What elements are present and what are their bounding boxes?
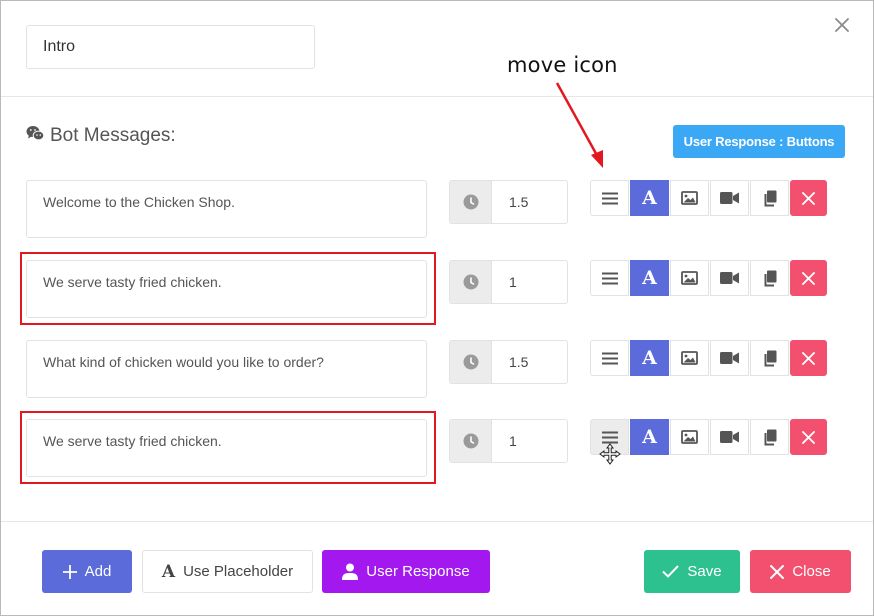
message-toolbar: A [590, 260, 828, 296]
copy-button[interactable] [750, 419, 789, 455]
message-toolbar: A [590, 180, 828, 216]
delay-input-group: 1.5 [449, 340, 568, 384]
video-button[interactable] [710, 260, 749, 296]
clock-icon [450, 181, 492, 223]
delay-seconds-input[interactable]: 1 [492, 261, 567, 303]
video-camera-icon [720, 192, 739, 204]
copy-icon [764, 429, 776, 445]
save-label: Save [687, 563, 722, 580]
text-a-icon: A [642, 426, 657, 448]
text-format-button[interactable]: A [630, 260, 669, 296]
image-icon [681, 430, 698, 444]
video-camera-icon [720, 352, 739, 364]
image-button[interactable] [670, 180, 709, 216]
copy-icon [764, 350, 776, 366]
wechat-icon [26, 125, 45, 147]
section-title: Bot Messages: [50, 125, 176, 146]
delay-seconds-input[interactable]: 1.5 [492, 181, 567, 223]
modal-footer: Add A Use Placeholder User Response Save… [1, 550, 873, 593]
delay-input-group: 1.5 [449, 180, 568, 224]
block-title-input[interactable] [26, 25, 315, 69]
close-icon [802, 430, 815, 444]
move-cursor-icon [599, 443, 621, 465]
video-button[interactable] [710, 419, 749, 455]
delay-seconds-input[interactable]: 1.5 [492, 341, 567, 383]
user-response-buttons-button[interactable]: User Response : Buttons [673, 125, 845, 158]
save-button[interactable]: Save [644, 550, 740, 593]
user-icon [342, 563, 359, 580]
delete-message-button[interactable] [790, 260, 827, 296]
delete-message-button[interactable] [790, 340, 827, 376]
image-button[interactable] [670, 340, 709, 376]
video-camera-icon [720, 431, 739, 443]
video-camera-icon [720, 272, 739, 284]
message-row: We serve tasty fried chicken. 1 A [1, 252, 873, 325]
move-icon-annotation: move icon [507, 53, 618, 77]
use-placeholder-button[interactable]: A Use Placeholder [142, 550, 313, 593]
annotation-arrow [555, 82, 603, 168]
text-format-button[interactable]: A [630, 180, 669, 216]
close-icon[interactable] [831, 14, 853, 36]
message-toolbar: A [590, 340, 828, 376]
user-response-button[interactable]: User Response [322, 550, 490, 593]
image-icon [681, 271, 698, 285]
placeholder-label: Use Placeholder [183, 563, 294, 580]
message-editor-modal: move icon Bot Messages: User Response : … [0, 0, 874, 616]
close-icon [770, 564, 785, 579]
message-row: Welcome to the Chicken Shop. 1.5 A [1, 180, 873, 240]
add-message-button[interactable]: Add [42, 550, 132, 593]
plus-icon [62, 564, 77, 579]
clock-icon [450, 341, 492, 383]
text-a-icon: A [642, 267, 657, 289]
text-a-icon: A [642, 187, 657, 209]
close-icon [802, 271, 815, 285]
bot-messages-heading: Bot Messages: [26, 125, 176, 147]
add-label: Add [84, 563, 112, 580]
delay-seconds-input[interactable]: 1 [492, 420, 567, 462]
message-row: What kind of chicken would you like to o… [1, 340, 873, 400]
close-icon [802, 191, 815, 205]
footer-divider [1, 521, 873, 522]
video-button[interactable] [710, 340, 749, 376]
delete-message-button[interactable] [790, 419, 827, 455]
image-icon [681, 351, 698, 365]
text-a-icon: A [161, 561, 176, 582]
user-response-label: User Response [366, 563, 470, 580]
delete-message-button[interactable] [790, 180, 827, 216]
close-button[interactable]: Close [750, 550, 851, 593]
image-button[interactable] [670, 419, 709, 455]
text-format-button[interactable]: A [630, 419, 669, 455]
header-divider [1, 96, 873, 97]
message-text-field[interactable]: Welcome to the Chicken Shop. [26, 180, 427, 238]
close-label: Close [792, 563, 831, 580]
copy-button[interactable] [750, 180, 789, 216]
close-icon [802, 351, 815, 365]
copy-button[interactable] [750, 260, 789, 296]
check-icon [662, 565, 680, 578]
copy-button[interactable] [750, 340, 789, 376]
message-text-field[interactable]: What kind of chicken would you like to o… [26, 340, 427, 398]
delay-input-group: 1 [449, 260, 568, 304]
message-toolbar: A [590, 419, 828, 455]
image-button[interactable] [670, 260, 709, 296]
message-text-field[interactable]: We serve tasty fried chicken. [26, 419, 427, 477]
move-handle-icon[interactable] [590, 180, 629, 216]
move-handle-icon[interactable] [590, 340, 629, 376]
message-row: We serve tasty fried chicken. 1 A [1, 411, 873, 484]
image-icon [681, 191, 698, 205]
copy-icon [764, 270, 776, 286]
copy-icon [764, 190, 776, 206]
text-a-icon: A [642, 347, 657, 369]
clock-icon [450, 420, 492, 462]
video-button[interactable] [710, 180, 749, 216]
text-format-button[interactable]: A [630, 340, 669, 376]
clock-icon [450, 261, 492, 303]
message-text-field[interactable]: We serve tasty fried chicken. [26, 260, 427, 318]
move-handle-icon[interactable] [590, 260, 629, 296]
delay-input-group: 1 [449, 419, 568, 463]
